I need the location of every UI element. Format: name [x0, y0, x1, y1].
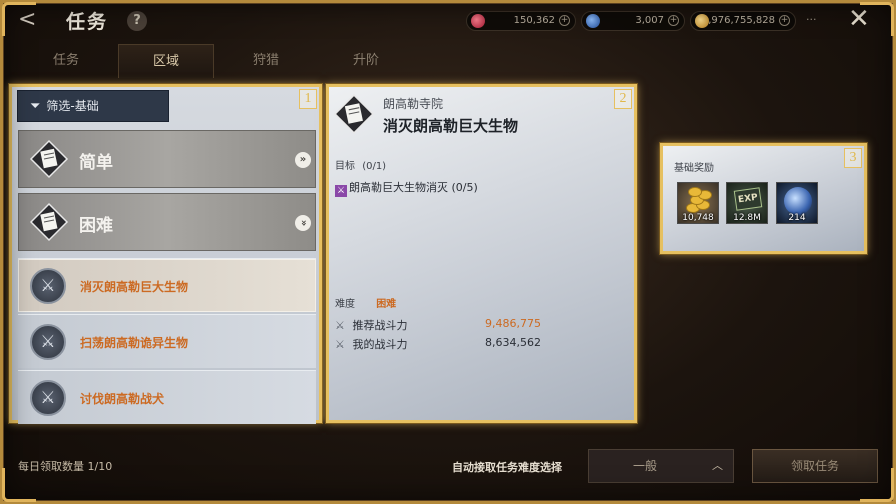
objective-label: 目标 [335, 161, 355, 172]
exp-icon: EXP [733, 187, 763, 211]
quest-label: 讨伐朗高勒战犬 [80, 392, 165, 406]
filter-icon: ⏷ [30, 99, 41, 114]
difficulty-value: 困难 [376, 299, 397, 310]
currency-value: 9,976,755,828 [701, 15, 775, 26]
quest-label: 扫荡朗高勒诡异生物 [80, 336, 189, 350]
currency-red-gem: 150,362 + [466, 11, 576, 31]
reward-orb[interactable]: 214 [776, 182, 818, 224]
crossed-swords-icon: ⚔ [30, 324, 66, 360]
add-currency-icon[interactable]: + [779, 15, 790, 26]
crossed-swords-icon: ⚔ [30, 268, 66, 304]
objective-item: ⚔ 朗高勒巨大生物消灭 (0/5) [335, 179, 478, 197]
dropdown-value: 一般 [633, 459, 658, 473]
blue-gem-icon [586, 14, 600, 28]
objective-text: 朗高勒巨大生物消灭 (0/5) [349, 181, 478, 194]
currency-blue-gem: 3,007 + [581, 11, 685, 31]
crossed-swords-icon: ⚔ [335, 338, 345, 351]
tab-hunt[interactable]: 狩猎 [218, 44, 314, 78]
panel-number-badge: 3 [844, 148, 862, 168]
quest-item[interactable]: ⚔ 讨伐朗高勒战犬 [18, 370, 316, 424]
currency-gold: 9,976,755,828 + [690, 11, 796, 31]
quest-title: 消灭朗高勒巨大生物 [383, 117, 519, 135]
reward-exp[interactable]: EXP 12.8M [726, 182, 768, 224]
reward-value: 12.8M [733, 213, 761, 223]
frame-corner-ornament [860, 468, 894, 502]
help-icon[interactable]: ? [127, 11, 147, 31]
my-power-value: 8,634,562 [485, 336, 541, 349]
recommended-power-label: 推荐战斗力 [352, 319, 408, 332]
objective-count: (0/1) [362, 161, 387, 172]
panel-number-badge: 1 [299, 89, 317, 109]
my-power-row: ⚔ 我的战斗力 8,634,562 [335, 336, 625, 354]
header: < 任务 ? 150,362 + 3,007 + 9,976,755,828 +… [0, 0, 896, 42]
reward-label: 基础奖励 [674, 163, 714, 174]
quest-item-selected[interactable]: ⚔ 消灭朗高勒巨大生物 [18, 258, 316, 312]
page-title: 任务 [66, 11, 109, 33]
currency-value: 150,362 [513, 15, 555, 26]
tab-promotion[interactable]: 升阶 [318, 44, 414, 78]
frame-corner-ornament [2, 468, 36, 502]
panel-number-badge: 2 [614, 89, 632, 109]
category-label: 简单 [79, 153, 113, 173]
filter-label: 筛选-基础 [46, 99, 99, 113]
red-gem-icon [471, 14, 485, 28]
objective-marker-icon: ⚔ [335, 185, 347, 197]
reward-gold[interactable]: 10,748 [677, 182, 719, 224]
chevron-right-icon[interactable]: » [295, 152, 311, 168]
crossed-swords-icon: ⚔ [335, 319, 345, 332]
category-hard[interactable]: 困难 » [18, 193, 316, 251]
quest-item[interactable]: ⚔ 扫荡朗高勒诡异生物 [18, 314, 316, 368]
difficulty-dropdown[interactable]: 一般 ︿ [588, 449, 734, 483]
my-power-label: 我的战斗力 [352, 338, 408, 351]
chevron-down-icon[interactable]: » [295, 215, 311, 231]
reward-value: 214 [788, 213, 806, 223]
document-icon [333, 93, 375, 135]
add-currency-icon[interactable]: + [668, 15, 679, 26]
frame-corner-ornament [2, 2, 36, 36]
reward-value: 10,748 [682, 213, 714, 223]
reward-panel: 3 基础奖励 10,748 EXP 12.8M 214 [660, 143, 867, 254]
quest-detail-panel: 2 朗高勒寺院 消灭朗高勒巨大生物 目标 (0/1) ⚔ 朗高勒巨大生物消灭 (0… [326, 84, 637, 423]
tab-task[interactable]: 任务 [18, 44, 114, 78]
category-easy[interactable]: 简单 » [18, 130, 316, 188]
document-icon [29, 139, 69, 179]
quest-category-panel: 1 ⏷ 筛选-基础 简单 » 困难 » ⚔ 消灭朗高勒巨大生物 ⚔ 扫荡朗高勒诡异… [9, 84, 322, 424]
quest-location: 朗高勒寺院 [383, 97, 444, 111]
objective-header: 目标 (0/1) [335, 157, 386, 172]
difficulty-label: 难度 [335, 299, 355, 310]
blue-orb-icon [784, 187, 812, 215]
auto-accept-label: 自动接取任务难度选择 [452, 461, 562, 474]
chevron-up-icon: ︿ [712, 459, 723, 472]
add-currency-icon[interactable]: + [559, 15, 570, 26]
crossed-swords-icon: ⚔ [30, 380, 66, 416]
category-label: 困难 [79, 216, 113, 236]
difficulty-row: 难度 困难 [335, 295, 396, 310]
document-icon [29, 202, 69, 242]
filter-button[interactable]: ⏷ 筛选-基础 [17, 90, 169, 122]
recommended-power-row: ⚔ 推荐战斗力 9,486,775 [335, 317, 625, 335]
frame-corner-ornament [860, 2, 894, 36]
gold-coin-icon [695, 14, 709, 28]
menu-dots-icon[interactable]: ··· [806, 13, 817, 26]
currency-value: 3,007 [635, 15, 664, 26]
quest-label: 消灭朗高勒巨大生物 [80, 280, 189, 294]
recommended-power-value: 9,486,775 [485, 317, 541, 330]
tab-region[interactable]: 区域 [118, 44, 214, 78]
tab-bar: 任务 区域 狩猎 升阶 [18, 44, 414, 78]
